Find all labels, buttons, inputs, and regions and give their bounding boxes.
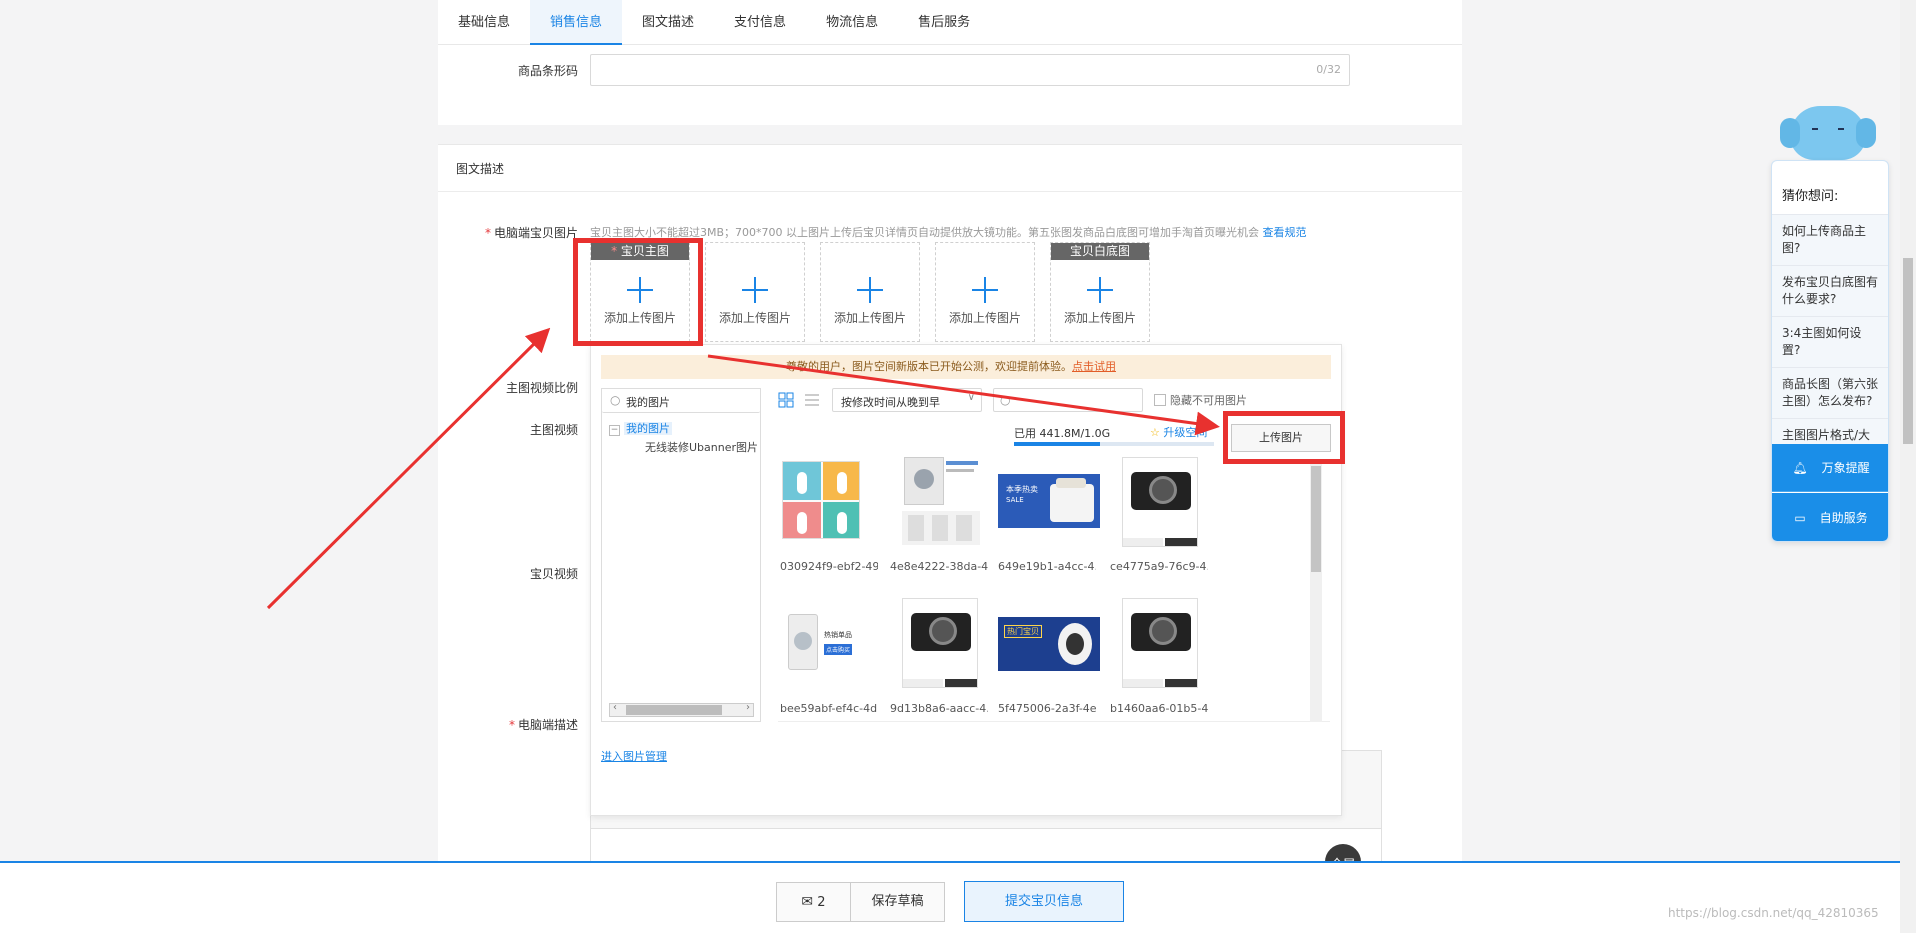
collapse-icon[interactable]: − (609, 425, 620, 436)
plus-icon (855, 275, 885, 305)
mascot-avatar[interactable] (1780, 100, 1876, 166)
image-name: 649e19b1-a4cc-4… (998, 560, 1096, 573)
message-button[interactable]: ✉ 2 (776, 882, 851, 922)
image-name: bee59abf-ef4c-4d… (780, 702, 878, 715)
upgrade-link[interactable]: ☆ 升级空间 (1150, 424, 1207, 440)
scroll-right-icon[interactable]: › (746, 702, 750, 713)
tab-bar: 基础信息 销售信息 图文描述 支付信息 物流信息 售后服务 (438, 0, 1462, 45)
slot-text: 添加上传图片 (1063, 311, 1136, 325)
pc-images-label: * 电脑端宝贝图片 (484, 226, 578, 240)
barcode-counter: 0/32 (1316, 63, 1341, 76)
sort-select[interactable]: 按修改时间从晚到早 ∨ (832, 388, 982, 412)
image-slot-2[interactable]: 添加上传图片 (705, 242, 805, 342)
tab-basic-info[interactable]: 基础信息 (438, 0, 530, 45)
page-scrollbar[interactable] (1900, 0, 1916, 933)
save-draft-button[interactable]: 保存草稿 (850, 882, 945, 922)
usage-bar-fill (1014, 442, 1100, 446)
grid-view-icon[interactable] (778, 392, 794, 408)
image-thumb[interactable] (1122, 457, 1198, 547)
tab-sales-info[interactable]: 销售信息 (530, 0, 623, 45)
spec-link[interactable]: 查看规范 (1263, 226, 1307, 239)
pc-desc-label: * 电脑端描述 (508, 718, 578, 732)
image-thumb[interactable] (1122, 598, 1198, 688)
folder-search-input[interactable]: ○ 我的图片 (602, 389, 760, 413)
image-name: b1460aa6-01b5-4… (1110, 702, 1208, 715)
plus-icon (1085, 275, 1115, 305)
item-video-label: 宝贝视频 (529, 567, 578, 581)
annotation-box-upload-button (1223, 411, 1345, 464)
tab-description[interactable]: 图文描述 (622, 0, 714, 45)
image-thumb[interactable] (902, 598, 978, 688)
self-service-button[interactable]: ▭ 自助服务 (1772, 493, 1888, 541)
usage-text: 已用 441.8M/1.0G (1014, 427, 1111, 440)
image-name: 030924f9-ebf2-49… (780, 560, 878, 573)
picker-notice: 尊敬的用户，图片空间新版本已开始公测，欢迎提前体验。点击试用 (601, 355, 1331, 379)
main-video-label: 主图视频 (529, 423, 578, 437)
image-thumb[interactable] (782, 461, 860, 539)
section-divider (438, 191, 1462, 192)
image-name: 9d13b8a6-aacc-4… (890, 702, 988, 715)
remind-button[interactable]: 🔔︎ 万象提醒 (1772, 444, 1888, 492)
image-thumb[interactable]: 热销单品 点击购买 (782, 610, 878, 674)
section-title: 图文描述 (456, 162, 505, 176)
watermark: https://blog.csdn.net/qq_42810365 (1668, 906, 1879, 920)
tree-scrollbar[interactable]: ‹ › (609, 702, 754, 717)
barcode-input[interactable]: 0/32 (590, 54, 1350, 86)
faq-question[interactable]: 发布宝贝白底图有什么要求? (1772, 265, 1888, 316)
plus-icon (970, 275, 1000, 305)
image-slot-4[interactable]: 添加上传图片 (935, 242, 1035, 342)
image-search-input[interactable]: ○ (993, 388, 1143, 412)
plus-icon (740, 275, 770, 305)
faq-question[interactable]: 如何上传商品主图? (1772, 214, 1888, 265)
image-thumb[interactable]: 本季热卖 SALE (998, 474, 1100, 528)
tab-payment-info[interactable]: 支付信息 (714, 0, 806, 45)
tree-child[interactable]: 无线装修Ubanner图片 (645, 439, 758, 455)
annotation-box-main-slot (573, 238, 703, 346)
faq-question[interactable]: 商品长图（第六张主图）怎么发布? (1772, 367, 1888, 418)
usage-bar (1014, 442, 1214, 446)
image-name: ce4775a9-76c9-4… (1110, 560, 1208, 573)
search-icon: ○ (610, 393, 621, 407)
tab-logistics-info[interactable]: 物流信息 (806, 0, 898, 45)
footer-bar (0, 861, 1900, 933)
slot-text: 添加上传图片 (833, 311, 906, 325)
white-bg-tag: 宝贝白底图 (1051, 243, 1149, 260)
submit-item-button[interactable]: 提交宝贝信息 (964, 881, 1124, 922)
tree-root[interactable]: − 我的图片 (609, 420, 672, 436)
image-name: 5f475006-2a3f-4e… (998, 702, 1096, 715)
image-name: 4e8e4222-38da-4… (890, 560, 988, 573)
tab-after-sales[interactable]: 售后服务 (898, 0, 990, 45)
video-ratio-label: 主图视频比例 (505, 381, 578, 395)
grid-scrollbar[interactable] (1310, 460, 1322, 722)
image-slot-3[interactable]: 添加上传图片 (820, 242, 920, 342)
manage-images-link[interactable]: 进入图片管理 (601, 748, 667, 764)
chevron-down-icon: ∨ (967, 392, 975, 403)
image-thumb[interactable] (902, 455, 980, 547)
search-icon: ○ (1000, 393, 1011, 407)
image-thumb[interactable]: 热门宝贝 (998, 617, 1100, 671)
search-placeholder: 我的图片 (626, 396, 670, 409)
faq-title: 猜你想问: (1782, 189, 1839, 204)
slot-text: 添加上传图片 (948, 311, 1021, 325)
slot-text: 添加上传图片 (718, 311, 791, 325)
white-bg-slot[interactable]: 宝贝白底图 添加上传图片 (1050, 242, 1150, 342)
faq-question[interactable]: 3:4主图如何设置? (1772, 316, 1888, 367)
hide-unavailable-checkbox[interactable]: 隐藏不可用图片 (1154, 392, 1247, 408)
bell-icon: 🔔︎ (1792, 461, 1808, 475)
trial-link[interactable]: 点击试用 (1072, 360, 1116, 373)
star-icon: ☆ (1150, 426, 1160, 439)
mail-icon: ✉ (801, 894, 814, 910)
scroll-left-icon[interactable]: ‹ (613, 702, 617, 713)
chat-icon: ▭ (1794, 511, 1806, 525)
list-view-icon[interactable] (804, 392, 820, 408)
barcode-label: 商品条形码 (517, 64, 578, 78)
faq-panel: 猜你想问: 如何上传商品主图? 发布宝贝白底图有什么要求? 3:4主图如何设置?… (1771, 160, 1889, 542)
